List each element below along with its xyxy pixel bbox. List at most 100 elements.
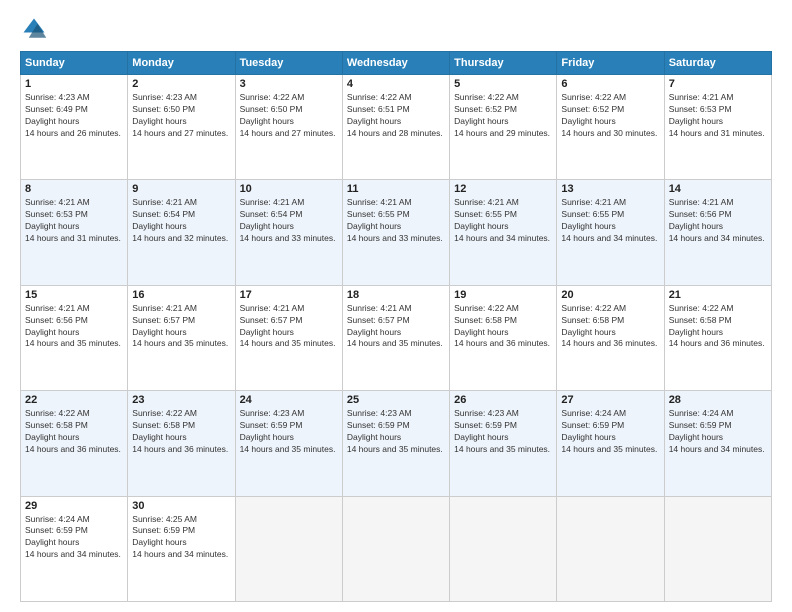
day-info: Sunrise: 4:23 AMSunset: 6:59 PMDaylight … [240, 408, 336, 454]
day-number: 25 [347, 394, 445, 406]
day-number: 9 [132, 183, 230, 195]
day-info: Sunrise: 4:21 AMSunset: 6:53 PMDaylight … [25, 197, 121, 243]
header [20, 15, 772, 43]
calendar-table: SundayMondayTuesdayWednesdayThursdayFrid… [20, 51, 772, 602]
day-info: Sunrise: 4:23 AMSunset: 6:49 PMDaylight … [25, 92, 121, 138]
calendar-header-tuesday: Tuesday [235, 52, 342, 75]
day-info: Sunrise: 4:21 AMSunset: 6:57 PMDaylight … [132, 303, 228, 349]
day-number: 8 [25, 183, 123, 195]
day-number: 10 [240, 183, 338, 195]
calendar-cell: 6 Sunrise: 4:22 AMSunset: 6:52 PMDayligh… [557, 75, 664, 180]
calendar-cell: 2 Sunrise: 4:23 AMSunset: 6:50 PMDayligh… [128, 75, 235, 180]
day-number: 28 [669, 394, 767, 406]
day-info: Sunrise: 4:24 AMSunset: 6:59 PMDaylight … [669, 408, 765, 454]
day-info: Sunrise: 4:23 AMSunset: 6:50 PMDaylight … [132, 92, 228, 138]
day-number: 4 [347, 78, 445, 90]
day-info: Sunrise: 4:22 AMSunset: 6:58 PMDaylight … [669, 303, 765, 349]
day-number: 29 [25, 500, 123, 512]
day-number: 18 [347, 289, 445, 301]
day-number: 1 [25, 78, 123, 90]
logo [20, 15, 52, 43]
calendar-week-row: 8 Sunrise: 4:21 AMSunset: 6:53 PMDayligh… [21, 180, 772, 285]
day-info: Sunrise: 4:21 AMSunset: 6:56 PMDaylight … [669, 197, 765, 243]
calendar-header-wednesday: Wednesday [342, 52, 449, 75]
calendar-cell [342, 496, 449, 601]
calendar-header-sunday: Sunday [21, 52, 128, 75]
calendar-cell: 21 Sunrise: 4:22 AMSunset: 6:58 PMDaylig… [664, 285, 771, 390]
calendar-cell: 8 Sunrise: 4:21 AMSunset: 6:53 PMDayligh… [21, 180, 128, 285]
day-info: Sunrise: 4:23 AMSunset: 6:59 PMDaylight … [347, 408, 443, 454]
calendar-cell: 17 Sunrise: 4:21 AMSunset: 6:57 PMDaylig… [235, 285, 342, 390]
calendar-cell: 7 Sunrise: 4:21 AMSunset: 6:53 PMDayligh… [664, 75, 771, 180]
calendar-cell: 24 Sunrise: 4:23 AMSunset: 6:59 PMDaylig… [235, 391, 342, 496]
calendar-header-monday: Monday [128, 52, 235, 75]
day-info: Sunrise: 4:21 AMSunset: 6:57 PMDaylight … [240, 303, 336, 349]
day-number: 20 [561, 289, 659, 301]
calendar-cell: 25 Sunrise: 4:23 AMSunset: 6:59 PMDaylig… [342, 391, 449, 496]
calendar-cell: 14 Sunrise: 4:21 AMSunset: 6:56 PMDaylig… [664, 180, 771, 285]
day-info: Sunrise: 4:21 AMSunset: 6:54 PMDaylight … [132, 197, 228, 243]
calendar-cell: 26 Sunrise: 4:23 AMSunset: 6:59 PMDaylig… [450, 391, 557, 496]
day-number: 21 [669, 289, 767, 301]
day-info: Sunrise: 4:22 AMSunset: 6:51 PMDaylight … [347, 92, 443, 138]
day-info: Sunrise: 4:22 AMSunset: 6:58 PMDaylight … [454, 303, 550, 349]
calendar-cell: 1 Sunrise: 4:23 AMSunset: 6:49 PMDayligh… [21, 75, 128, 180]
calendar-cell: 16 Sunrise: 4:21 AMSunset: 6:57 PMDaylig… [128, 285, 235, 390]
page: SundayMondayTuesdayWednesdayThursdayFrid… [0, 0, 792, 612]
day-info: Sunrise: 4:22 AMSunset: 6:52 PMDaylight … [454, 92, 550, 138]
day-info: Sunrise: 4:22 AMSunset: 6:52 PMDaylight … [561, 92, 657, 138]
day-info: Sunrise: 4:25 AMSunset: 6:59 PMDaylight … [132, 514, 228, 560]
day-number: 5 [454, 78, 552, 90]
calendar-cell: 5 Sunrise: 4:22 AMSunset: 6:52 PMDayligh… [450, 75, 557, 180]
day-number: 7 [669, 78, 767, 90]
day-number: 3 [240, 78, 338, 90]
calendar-cell: 4 Sunrise: 4:22 AMSunset: 6:51 PMDayligh… [342, 75, 449, 180]
calendar-cell: 28 Sunrise: 4:24 AMSunset: 6:59 PMDaylig… [664, 391, 771, 496]
calendar-cell: 10 Sunrise: 4:21 AMSunset: 6:54 PMDaylig… [235, 180, 342, 285]
day-info: Sunrise: 4:21 AMSunset: 6:55 PMDaylight … [454, 197, 550, 243]
calendar-cell [450, 496, 557, 601]
day-info: Sunrise: 4:22 AMSunset: 6:58 PMDaylight … [132, 408, 228, 454]
calendar-cell: 11 Sunrise: 4:21 AMSunset: 6:55 PMDaylig… [342, 180, 449, 285]
calendar-cell: 20 Sunrise: 4:22 AMSunset: 6:58 PMDaylig… [557, 285, 664, 390]
day-info: Sunrise: 4:22 AMSunset: 6:58 PMDaylight … [25, 408, 121, 454]
calendar-week-row: 22 Sunrise: 4:22 AMSunset: 6:58 PMDaylig… [21, 391, 772, 496]
calendar-cell: 3 Sunrise: 4:22 AMSunset: 6:50 PMDayligh… [235, 75, 342, 180]
day-info: Sunrise: 4:21 AMSunset: 6:55 PMDaylight … [561, 197, 657, 243]
day-number: 23 [132, 394, 230, 406]
day-number: 15 [25, 289, 123, 301]
day-info: Sunrise: 4:21 AMSunset: 6:54 PMDaylight … [240, 197, 336, 243]
day-number: 22 [25, 394, 123, 406]
day-info: Sunrise: 4:21 AMSunset: 6:53 PMDaylight … [669, 92, 765, 138]
calendar-header-friday: Friday [557, 52, 664, 75]
day-info: Sunrise: 4:23 AMSunset: 6:59 PMDaylight … [454, 408, 550, 454]
day-number: 2 [132, 78, 230, 90]
day-number: 12 [454, 183, 552, 195]
day-number: 30 [132, 500, 230, 512]
day-info: Sunrise: 4:24 AMSunset: 6:59 PMDaylight … [561, 408, 657, 454]
calendar-header-saturday: Saturday [664, 52, 771, 75]
calendar-cell: 22 Sunrise: 4:22 AMSunset: 6:58 PMDaylig… [21, 391, 128, 496]
day-number: 13 [561, 183, 659, 195]
day-info: Sunrise: 4:21 AMSunset: 6:55 PMDaylight … [347, 197, 443, 243]
calendar-header-row: SundayMondayTuesdayWednesdayThursdayFrid… [21, 52, 772, 75]
day-number: 26 [454, 394, 552, 406]
day-number: 17 [240, 289, 338, 301]
calendar-cell [664, 496, 771, 601]
calendar-cell: 27 Sunrise: 4:24 AMSunset: 6:59 PMDaylig… [557, 391, 664, 496]
logo-icon [20, 15, 48, 43]
calendar-cell: 19 Sunrise: 4:22 AMSunset: 6:58 PMDaylig… [450, 285, 557, 390]
day-number: 14 [669, 183, 767, 195]
calendar-cell: 9 Sunrise: 4:21 AMSunset: 6:54 PMDayligh… [128, 180, 235, 285]
calendar-cell: 18 Sunrise: 4:21 AMSunset: 6:57 PMDaylig… [342, 285, 449, 390]
day-info: Sunrise: 4:22 AMSunset: 6:50 PMDaylight … [240, 92, 336, 138]
day-info: Sunrise: 4:22 AMSunset: 6:58 PMDaylight … [561, 303, 657, 349]
day-number: 6 [561, 78, 659, 90]
calendar-cell: 15 Sunrise: 4:21 AMSunset: 6:56 PMDaylig… [21, 285, 128, 390]
day-number: 16 [132, 289, 230, 301]
calendar-cell: 29 Sunrise: 4:24 AMSunset: 6:59 PMDaylig… [21, 496, 128, 601]
calendar-cell: 13 Sunrise: 4:21 AMSunset: 6:55 PMDaylig… [557, 180, 664, 285]
calendar-cell [235, 496, 342, 601]
calendar-header-thursday: Thursday [450, 52, 557, 75]
calendar-cell: 23 Sunrise: 4:22 AMSunset: 6:58 PMDaylig… [128, 391, 235, 496]
